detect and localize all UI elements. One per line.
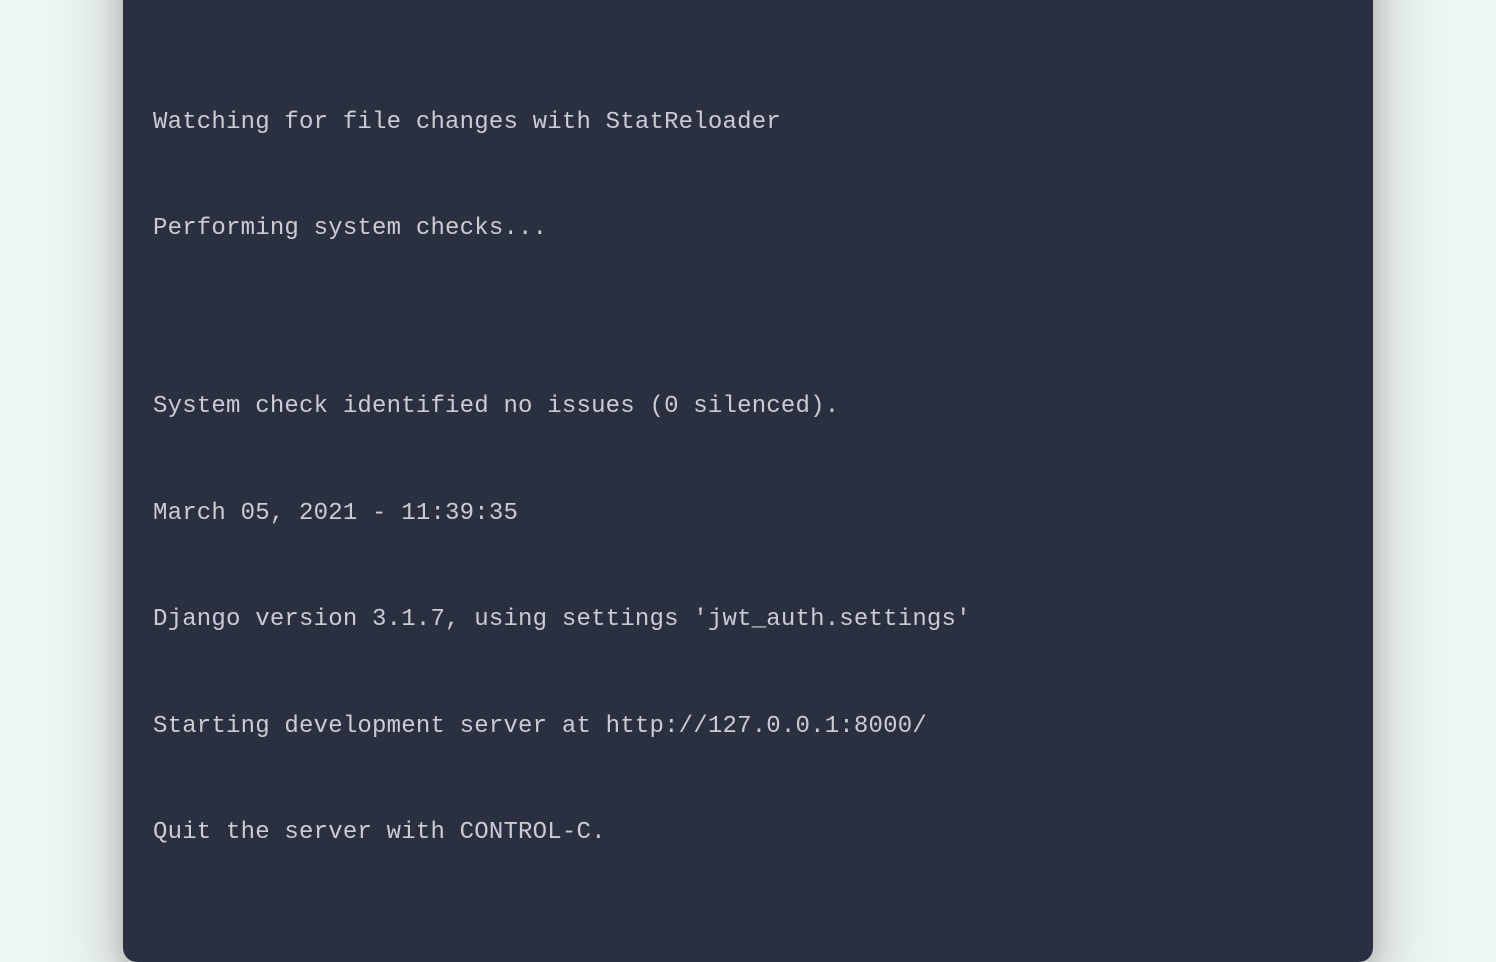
terminal-line: Performing system checks... (153, 211, 1343, 247)
terminal-line: March 05, 2021 - 11:39:35 (153, 496, 1343, 532)
terminal-line: Quit the server with CONTROL-C. (153, 815, 1343, 851)
terminal-output[interactable]: ./manage.py runserver Watching for file … (153, 0, 1343, 922)
terminal-line: Watching for file changes with StatReloa… (153, 105, 1343, 141)
terminal-line: Starting development server at http://12… (153, 709, 1343, 745)
terminal-window: ./manage.py runserver Watching for file … (123, 0, 1373, 962)
terminal-line: Django version 3.1.7, using settings 'jw… (153, 602, 1343, 638)
terminal-line: System check identified no issues (0 sil… (153, 389, 1343, 425)
